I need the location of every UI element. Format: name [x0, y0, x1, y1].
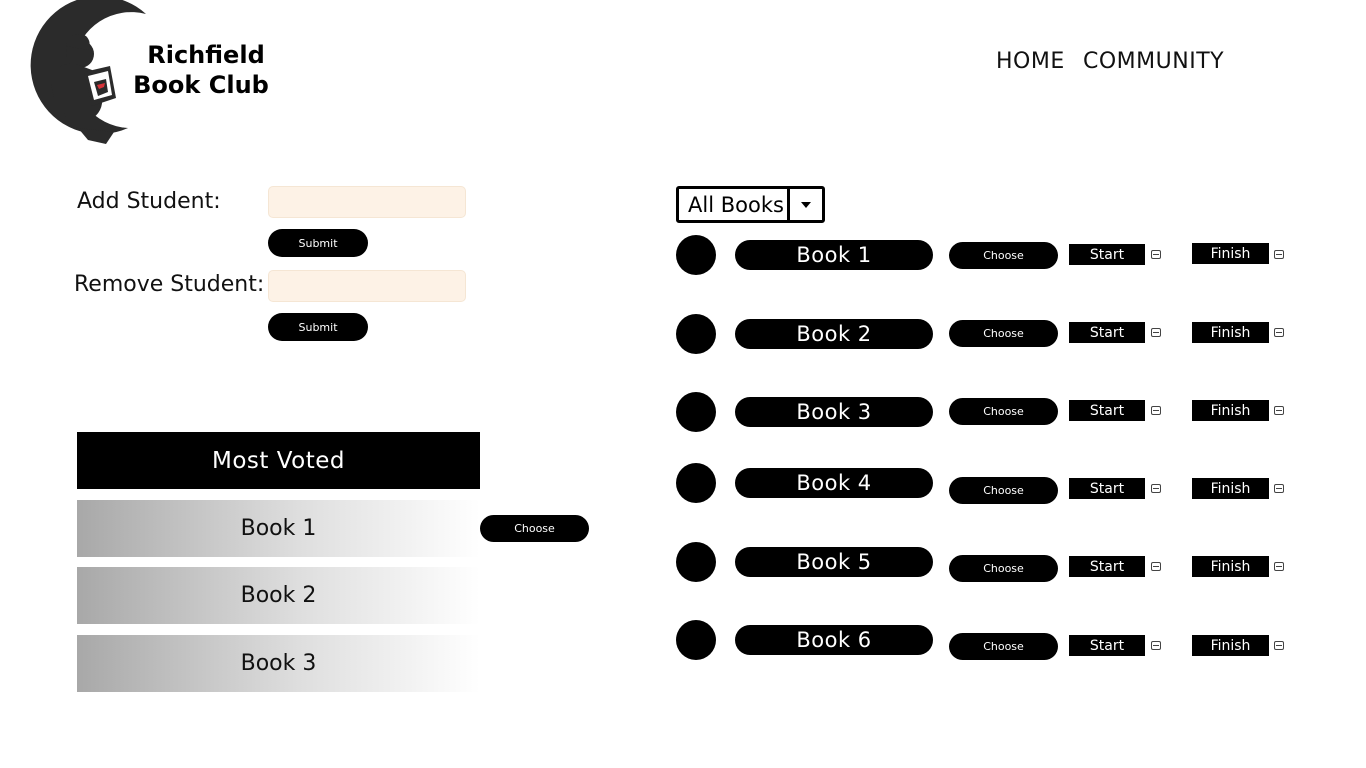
book-title[interactable]: Book 4	[735, 468, 933, 498]
book-row: Book 2 Choose Start Finish	[676, 314, 1296, 356]
book-cover-dot	[676, 463, 716, 503]
remove-student-input[interactable]	[268, 270, 466, 302]
add-student-label: Add Student:	[77, 189, 221, 214]
logo: Richfield Book Club	[10, 0, 280, 146]
calendar-icon[interactable]	[1274, 406, 1284, 415]
book-choose-button[interactable]: Choose	[949, 320, 1058, 347]
book-cover-dot	[676, 314, 716, 354]
book-row: Book 6 Choose Start Finish	[676, 620, 1296, 662]
book-choose-button[interactable]: Choose	[949, 555, 1058, 582]
calendar-icon[interactable]	[1151, 406, 1161, 415]
nav-community[interactable]: COMMUNITY	[1083, 49, 1224, 74]
book-finish-button[interactable]: Finish	[1192, 243, 1269, 264]
most-voted-item[interactable]: Book 3	[77, 635, 480, 692]
book-row: Book 5 Choose Start Finish	[676, 542, 1296, 584]
book-choose-button[interactable]: Choose	[949, 242, 1058, 269]
calendar-icon[interactable]	[1151, 250, 1161, 259]
calendar-icon[interactable]	[1151, 562, 1161, 571]
book-filter-toggle[interactable]	[787, 189, 822, 220]
book-finish-button[interactable]: Finish	[1192, 322, 1269, 343]
book-start-button[interactable]: Start	[1069, 244, 1145, 265]
book-choose-button[interactable]: Choose	[949, 398, 1058, 425]
calendar-icon[interactable]	[1151, 328, 1161, 337]
book-title[interactable]: Book 6	[735, 625, 933, 655]
book-title[interactable]: Book 3	[735, 397, 933, 427]
book-title[interactable]: Book 5	[735, 547, 933, 577]
book-cover-dot	[676, 235, 716, 275]
book-choose-button[interactable]: Choose	[949, 633, 1058, 660]
book-row: Book 1 Choose Start Finish	[676, 235, 1296, 277]
calendar-icon[interactable]	[1274, 250, 1284, 259]
book-cover-dot	[676, 542, 716, 582]
book-title[interactable]: Book 1	[735, 240, 933, 270]
remove-student-label: Remove Student:	[74, 272, 265, 297]
add-student-input[interactable]	[268, 186, 466, 218]
nav-home[interactable]: HOME	[996, 49, 1065, 74]
calendar-icon[interactable]	[1274, 484, 1284, 493]
calendar-icon[interactable]	[1151, 484, 1161, 493]
book-filter-value: All Books	[688, 192, 784, 217]
calendar-icon[interactable]	[1151, 641, 1161, 650]
book-start-button[interactable]: Start	[1069, 635, 1145, 656]
book-start-button[interactable]: Start	[1069, 322, 1145, 343]
book-finish-button[interactable]: Finish	[1192, 478, 1269, 499]
book-cover-dot	[676, 620, 716, 660]
book-cover-dot	[676, 392, 716, 432]
book-row: Book 4 Choose Start Finish	[676, 463, 1296, 505]
book-filter-select[interactable]: All Books	[676, 186, 825, 223]
most-voted-item[interactable]: Book 1	[77, 500, 480, 557]
book-start-button[interactable]: Start	[1069, 556, 1145, 577]
calendar-icon[interactable]	[1274, 641, 1284, 650]
book-title[interactable]: Book 2	[735, 319, 933, 349]
logo-title-line1: Richfield	[147, 41, 265, 69]
book-start-button[interactable]: Start	[1069, 478, 1145, 499]
add-student-submit-button[interactable]: Submit	[268, 229, 368, 257]
chevron-down-icon	[801, 201, 811, 208]
most-voted-item[interactable]: Book 2	[77, 567, 480, 624]
most-voted-header: Most Voted	[77, 432, 480, 489]
book-row: Book 3 Choose Start Finish	[676, 392, 1296, 434]
most-voted-choose-button[interactable]: Choose	[480, 515, 589, 542]
logo-title-line2: Book Club	[133, 71, 269, 99]
book-finish-button[interactable]: Finish	[1192, 556, 1269, 577]
remove-student-submit-button[interactable]: Submit	[268, 313, 368, 341]
book-choose-button[interactable]: Choose	[949, 477, 1058, 504]
book-finish-button[interactable]: Finish	[1192, 635, 1269, 656]
calendar-icon[interactable]	[1274, 328, 1284, 337]
book-start-button[interactable]: Start	[1069, 400, 1145, 421]
calendar-icon[interactable]	[1274, 562, 1284, 571]
book-finish-button[interactable]: Finish	[1192, 400, 1269, 421]
